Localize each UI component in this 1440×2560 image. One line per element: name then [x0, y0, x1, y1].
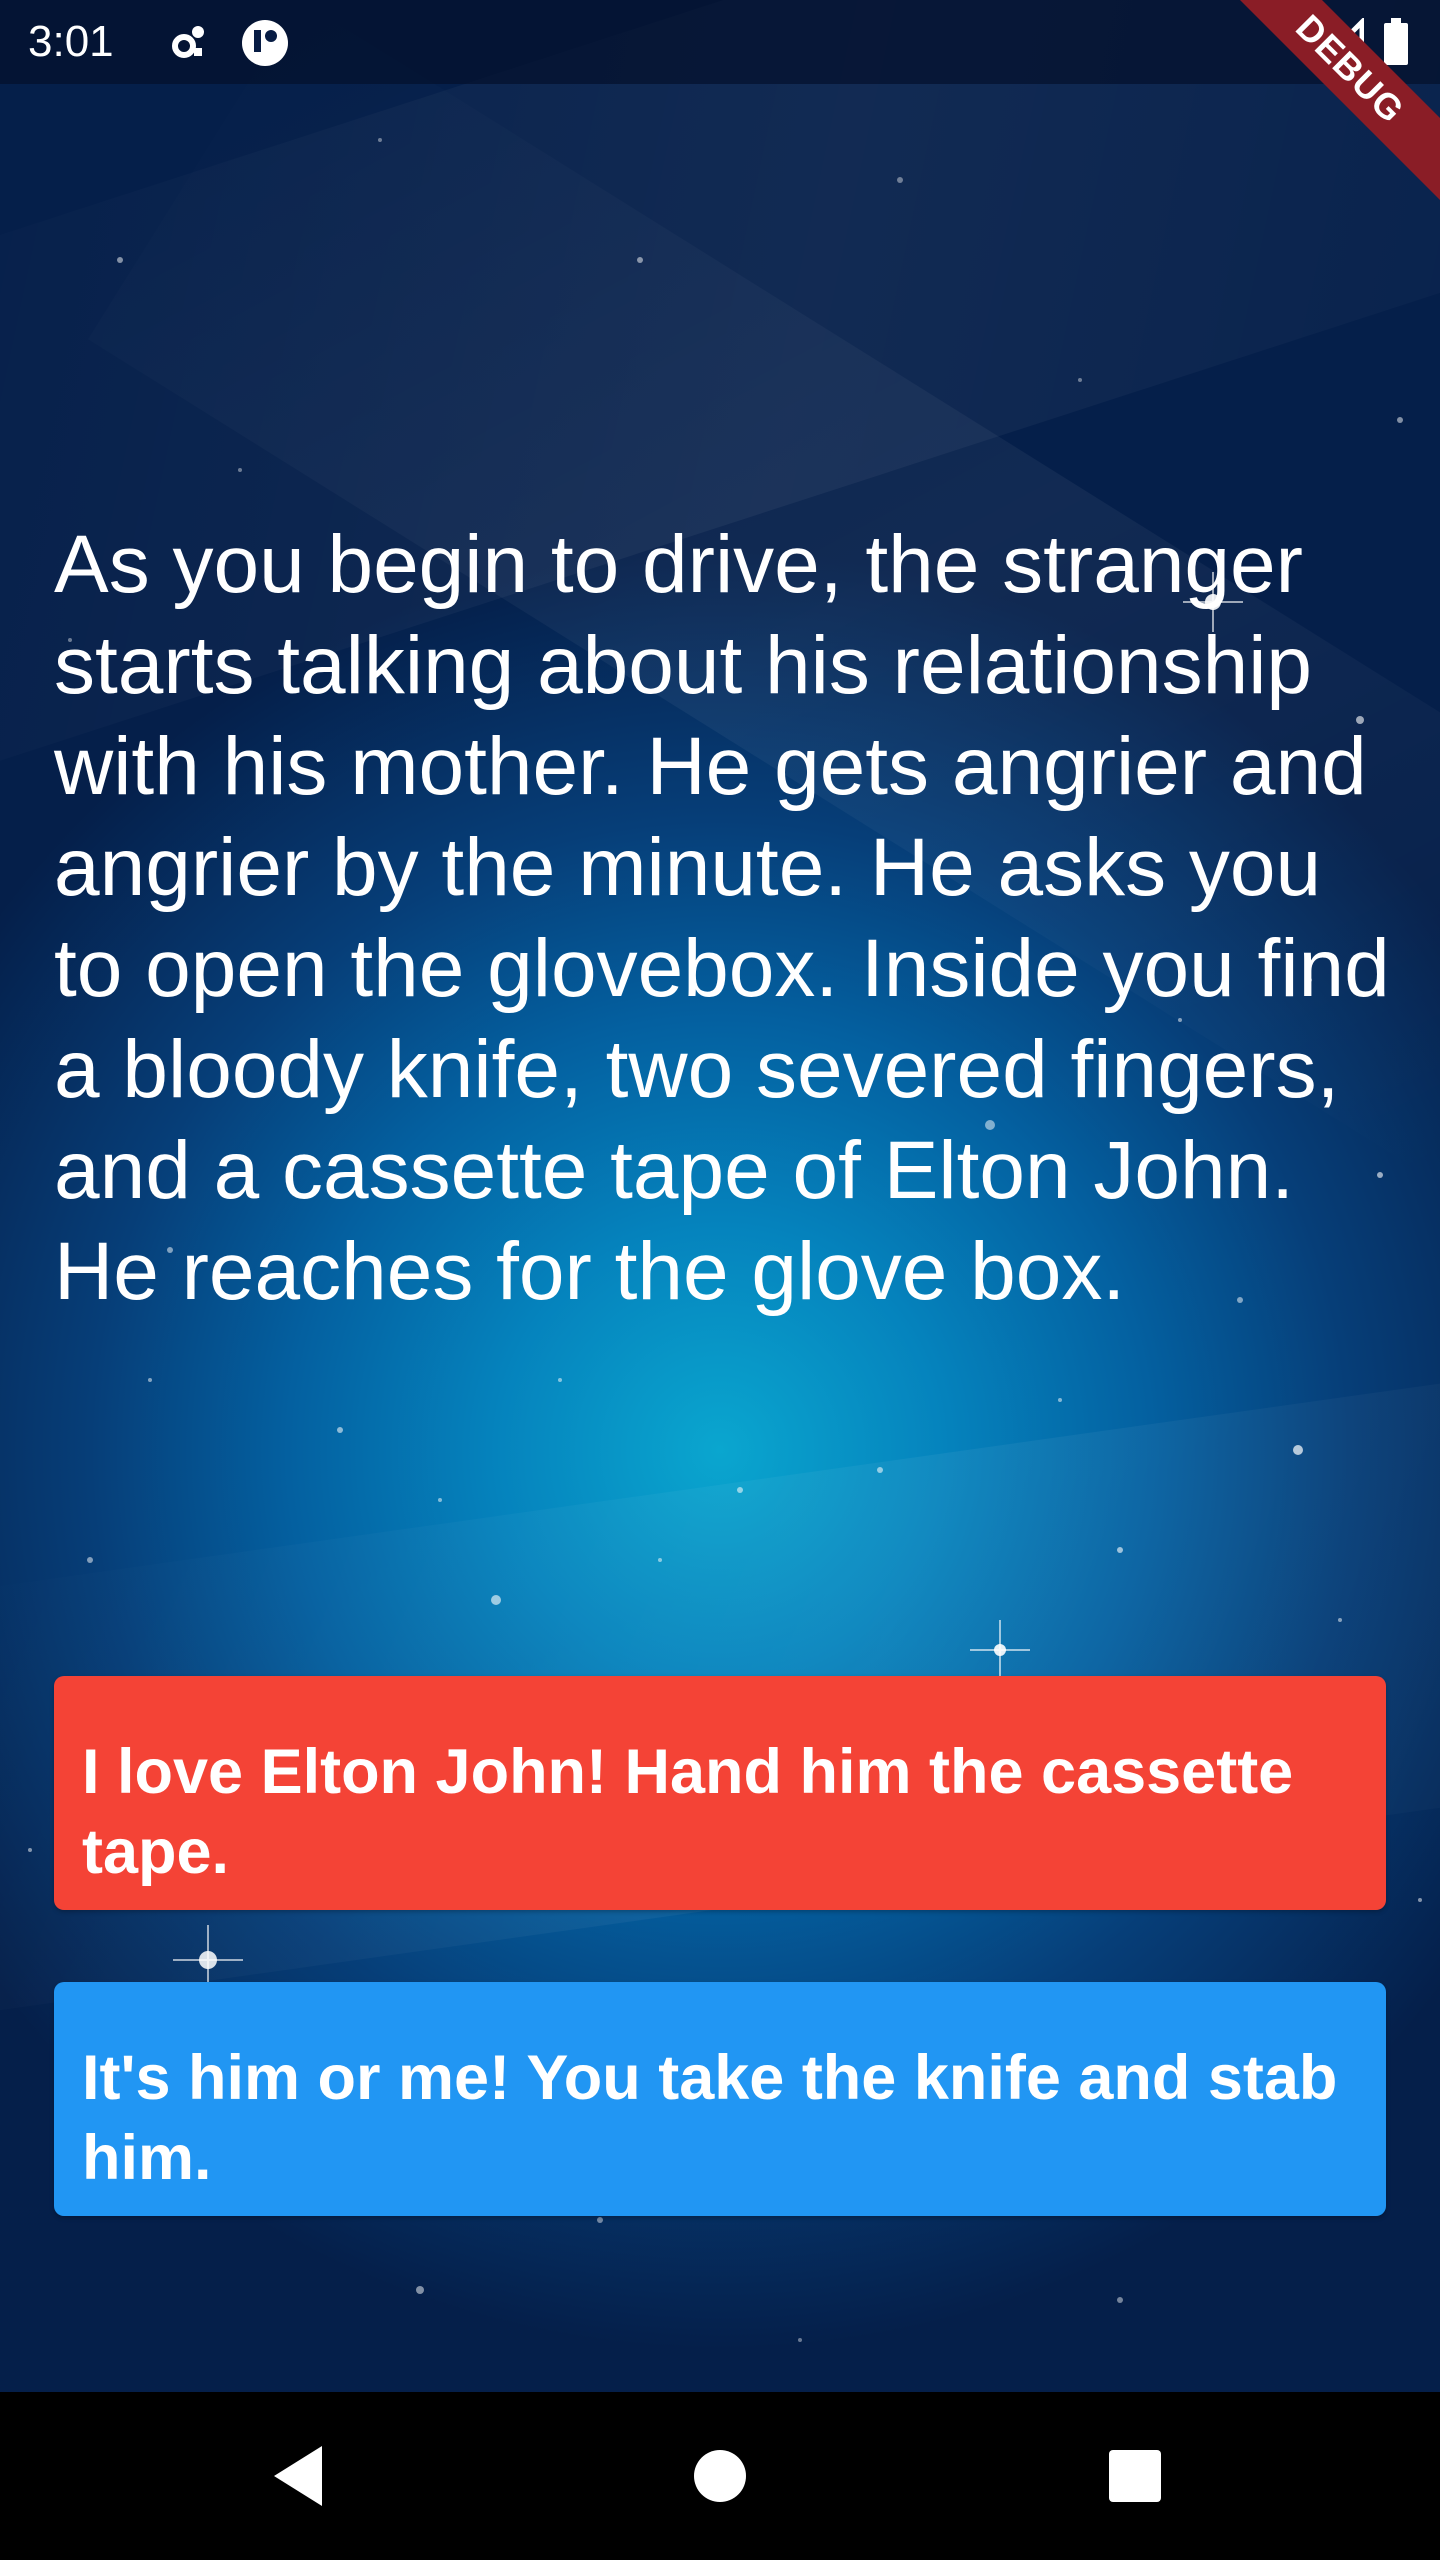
- battery-icon: [1382, 18, 1410, 66]
- status-bar: 3:01: [0, 0, 1440, 84]
- notification-icon: [240, 18, 290, 66]
- back-icon[interactable]: [260, 2436, 340, 2516]
- choice-2-button[interactable]: It's him or me! You take the knife and s…: [54, 1982, 1386, 2216]
- home-icon[interactable]: [680, 2436, 760, 2516]
- recents-icon[interactable]: [1095, 2436, 1175, 2516]
- status-time: 3:01: [28, 17, 114, 66]
- navigation-bar: [0, 2392, 1440, 2560]
- app-screen: 3:01 DEBUG As you begin to drive, the st…: [0, 0, 1440, 2560]
- settings-sync-icon: [164, 18, 212, 66]
- story-text: As you begin to drive, the stranger star…: [54, 519, 1390, 1317]
- choice-1-button[interactable]: I love Elton John! Hand him the cassette…: [54, 1676, 1386, 1910]
